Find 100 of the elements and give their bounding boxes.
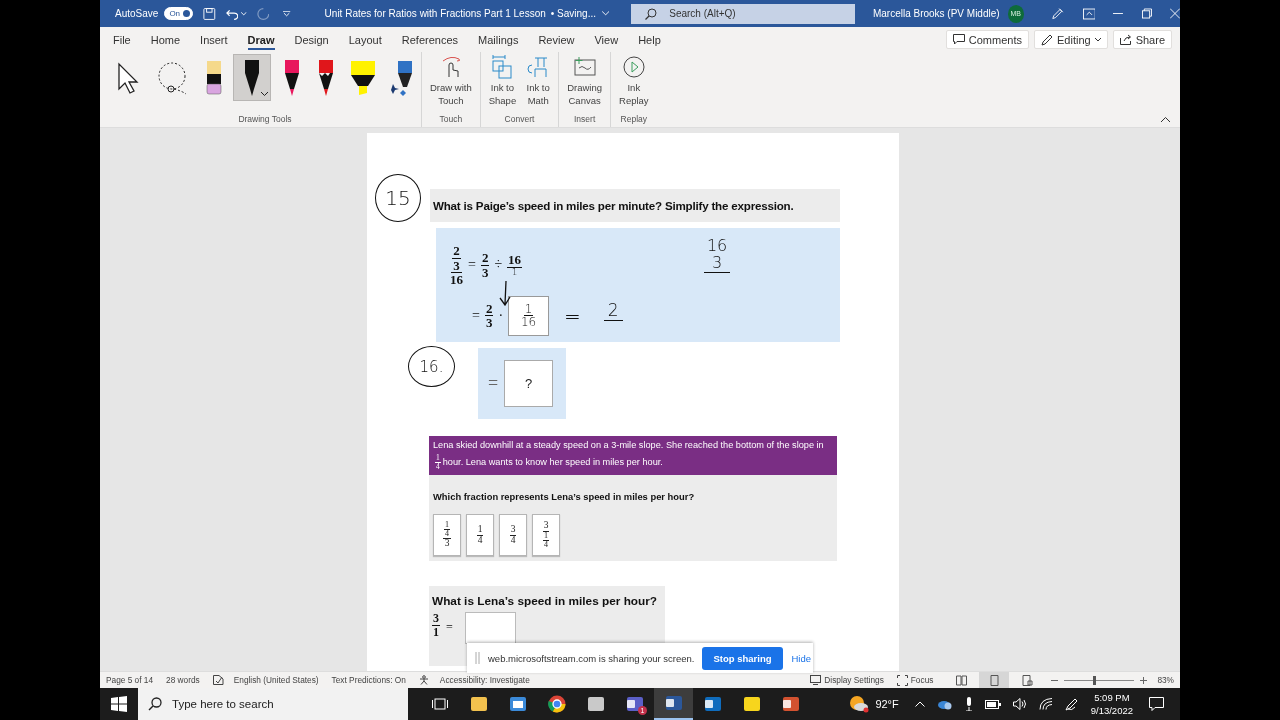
save-icon[interactable]	[202, 6, 216, 21]
problem-text: hour. Lena wants to know her speed in miles per hour.	[442, 457, 663, 467]
user-name[interactable]: Marcella Brooks (PV Middle)	[872, 8, 1000, 19]
document-title[interactable]: Unit Rates for Ratios with Fractions Part 1 Lesson	[324, 8, 546, 19]
text-predictions-status[interactable]: Text Predictions: On	[331, 675, 406, 685]
pen-icon[interactable]	[1064, 697, 1079, 711]
undo-icon[interactable]	[225, 7, 239, 20]
menu-tab[interactable]: References	[391, 28, 469, 51]
ribbon-button[interactable]: Ink Replay	[615, 54, 653, 114]
hide-link[interactable]: Hide	[791, 652, 812, 664]
taskbar-app-button[interactable]	[654, 688, 693, 720]
menu-tab[interactable]: Review	[528, 28, 585, 51]
zoom-level[interactable]: 83%	[1157, 675, 1174, 685]
autosave-toggle[interactable]: On	[164, 7, 193, 20]
ribbon-button[interactable]: Draw with Touch	[426, 54, 476, 114]
handwritten-fraction: 1 16	[520, 302, 537, 329]
wifi-icon[interactable]	[1038, 698, 1053, 710]
pen-tool[interactable]	[233, 54, 271, 101]
stop-sharing-button[interactable]: Stop sharing	[702, 646, 783, 670]
page-icon	[1021, 674, 1033, 686]
question-prompt: What is Lena’s speed in miles per hour?	[432, 594, 659, 608]
ribbon-action-button[interactable]: Comments	[945, 30, 1029, 49]
ribbon-action-button[interactable]: Share	[1112, 30, 1172, 49]
pen-icon	[242, 58, 262, 97]
display-settings-button[interactable]: Display Settings	[810, 675, 884, 685]
menu-tab[interactable]: Draw	[237, 28, 285, 51]
volume-icon[interactable]	[1012, 698, 1027, 710]
app-icon	[508, 695, 527, 713]
caret-icon[interactable]	[241, 11, 247, 16]
menu-tab[interactable]: View	[584, 28, 629, 51]
ribbon-display-icon[interactable]	[1082, 7, 1096, 20]
shapes-icon	[490, 55, 515, 79]
ribbon-button[interactable]: Drawing Canvas	[563, 54, 607, 114]
save-status: • Saving...	[550, 8, 596, 19]
menu-tab[interactable]: Help	[628, 28, 671, 51]
pen-icon	[282, 58, 302, 97]
answer-choice[interactable]: 3 4	[499, 514, 527, 556]
proofing-icon[interactable]	[212, 675, 224, 685]
menu-tab[interactable]: Insert	[190, 28, 238, 51]
group-label: Replay	[620, 114, 648, 126]
app-icon	[703, 695, 722, 713]
caret-icon	[1094, 37, 1101, 42]
close-icon[interactable]	[1170, 8, 1180, 19]
print-view-button[interactable]	[979, 672, 1010, 688]
handwritten-symbol: =	[564, 303, 581, 328]
handwritten-fraction: 16 3	[704, 238, 731, 273]
group-label: Drawing Tools	[238, 114, 292, 126]
ribbon-button[interactable]: Ink to Shape	[484, 54, 521, 114]
accessibility-status[interactable]: Accessibility: Investigate	[439, 675, 530, 685]
customize-icon[interactable]	[283, 10, 291, 17]
windows-start-icon[interactable]	[108, 696, 130, 712]
word-count[interactable]: 28 words	[166, 675, 200, 685]
microphone-icon[interactable]	[964, 697, 973, 711]
weather-icon[interactable]	[849, 695, 870, 713]
problem-text: Lena skied downhill at a steady speed on a 3-mile slope. She reached the bottom of the slope in	[433, 440, 824, 450]
math-symbol: =	[472, 307, 480, 324]
notification-icon[interactable]	[1149, 697, 1164, 711]
canvas-icon	[572, 55, 597, 79]
taskbar-search-field[interactable]: Type here to search	[138, 688, 408, 720]
sharing-message: web.microsoftstream.com is sharing your screen.	[488, 652, 695, 664]
menu-tab[interactable]: Design	[284, 28, 339, 51]
comment-icon	[952, 34, 965, 45]
cloud-icon[interactable]	[936, 698, 953, 710]
menu-tab[interactable]: File	[103, 28, 141, 51]
search-icon	[645, 7, 658, 20]
menu-tab[interactable]: Home	[140, 28, 191, 51]
search-field[interactable]: Search (Alt+Q)	[631, 3, 855, 24]
ribbon-action-button[interactable]: Editing	[1034, 30, 1108, 49]
answer-choice[interactable]: 1 4	[466, 514, 494, 556]
fraction: 2 3	[480, 251, 490, 280]
answer-choice[interactable]: 3 1 4	[532, 514, 560, 556]
question-prompt: What is Paige’s speed in miles per minute? Simplify the expression.	[430, 189, 840, 222]
menu-tab[interactable]: Mailings	[468, 28, 529, 51]
caret-icon[interactable]	[602, 11, 610, 16]
fraction: 2 3 16	[450, 244, 463, 287]
page-count[interactable]: Page 5 of 14	[106, 675, 154, 685]
ribbon-button[interactable]: Ink to Math	[522, 54, 555, 114]
app-icon	[586, 695, 605, 713]
battery-icon[interactable]	[984, 699, 1001, 709]
chevron-up-icon[interactable]	[914, 701, 925, 707]
focus-button[interactable]: Focus	[896, 674, 934, 686]
restore-icon[interactable]	[1142, 8, 1153, 19]
answer-box[interactable]: 1 16	[508, 295, 550, 336]
answer-box[interactable]: ?	[504, 360, 554, 407]
accessibility-icon[interactable]	[418, 675, 430, 685]
menu-tab[interactable]: Layout	[338, 28, 392, 51]
math-symbol: ÷	[494, 257, 503, 274]
clock[interactable]: 5:09 PM 9/13/2022	[1090, 691, 1133, 717]
zoom-in-icon[interactable]	[1140, 676, 1148, 684]
math-symbol: =	[446, 620, 453, 635]
math-symbol: ·	[498, 307, 504, 324]
share-icon	[1119, 34, 1132, 45]
handwritten-number: 2	[603, 300, 623, 322]
drag-handle-icon[interactable]	[475, 652, 480, 664]
answer-choice[interactable]: 1 4 3	[433, 514, 461, 556]
collapse-ribbon-icon[interactable]	[1161, 117, 1170, 123]
question-text: Which fraction represents Lena’s speed in miles per hour?	[433, 491, 696, 502]
weather-temperature[interactable]: 92°F	[875, 698, 899, 710]
app-icon	[742, 695, 761, 713]
language-status[interactable]: English (United States)	[233, 675, 319, 685]
